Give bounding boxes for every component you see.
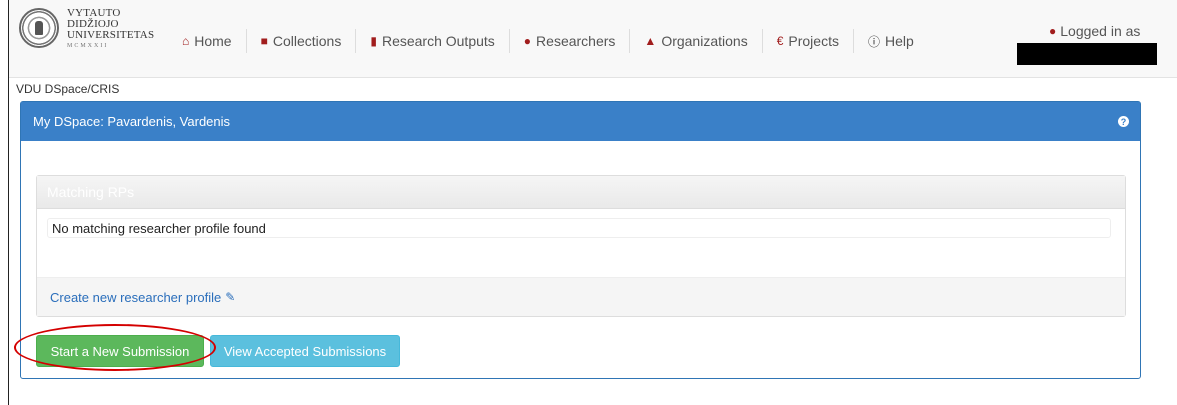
- edit-icon: ✎: [225, 290, 236, 304]
- breadcrumb[interactable]: VDU DSpace/CRIS: [16, 82, 119, 96]
- login-label: ● Logged in as: [1049, 23, 1177, 39]
- create-profile-link[interactable]: Create new researcher profile ✎: [50, 290, 235, 305]
- highlight-ring: [14, 324, 216, 371]
- logo-line-3: UNIVERSITETAS: [67, 29, 155, 41]
- nav-projects-label: Projects: [788, 33, 839, 49]
- nav-home[interactable]: ⌂ Home: [172, 29, 247, 53]
- nav-organizations-label: Organizations: [661, 33, 748, 49]
- logo-line-4: MCMXXII: [67, 43, 109, 49]
- nav-collections[interactable]: ■ Collections: [247, 29, 357, 53]
- nav-research-outputs[interactable]: ▮ Research Outputs: [356, 29, 510, 53]
- question-icon[interactable]: ?: [1118, 116, 1129, 127]
- logo-text: VYTAUTO DIDŽIOJO UNIVERSITETAS MCMXXII: [67, 8, 154, 51]
- nav-researchers-label: Researchers: [536, 33, 616, 49]
- panel-header: My DSpace: Pavardenis, Vardenis ?: [21, 102, 1140, 141]
- matching-rps-title: Matching RPs: [37, 176, 1125, 209]
- nav-home-label: Home: [194, 33, 232, 49]
- login-text: Logged in as: [1060, 23, 1141, 39]
- nav-research-outputs-label: Research Outputs: [381, 33, 495, 49]
- view-accepted-button[interactable]: View Accepted Submissions: [210, 335, 400, 367]
- institution-icon: ▲: [644, 34, 657, 48]
- user-icon: ●: [523, 34, 532, 48]
- matching-rps-panel: Matching RPs No matching researcher prof…: [36, 175, 1126, 317]
- login-status[interactable]: ● Logged in as: [1017, 23, 1177, 65]
- create-profile-label: Create new researcher profile: [50, 289, 222, 305]
- euro-icon: €: [776, 34, 784, 48]
- home-icon: ⌂: [182, 34, 190, 48]
- folder-icon: ■: [260, 34, 268, 48]
- panel-title: My DSpace: Pavardenis, Vardenis: [33, 114, 231, 129]
- nav-collections-label: Collections: [272, 33, 342, 49]
- matching-rps-footer: Create new researcher profile ✎: [37, 277, 1125, 316]
- nav-help[interactable]: ⓘ Help: [854, 29, 928, 53]
- nav-help-label: Help: [884, 33, 914, 49]
- main-menu: ⌂ Home ■ Collections ▮ Research Outputs …: [172, 29, 928, 53]
- book-icon: ▮: [370, 34, 377, 48]
- redacted-username: [1017, 43, 1157, 65]
- info-icon: ⓘ: [867, 34, 880, 49]
- no-match-message: No matching researcher profile found: [47, 218, 1111, 238]
- nav-projects[interactable]: € Projects: [763, 29, 854, 53]
- university-logo[interactable]: VYTAUTO DIDŽIOJO UNIVERSITETAS MCMXXII: [19, 8, 154, 51]
- nav-researchers[interactable]: ● Researchers: [510, 29, 631, 53]
- nav-organizations[interactable]: ▲ Organizations: [630, 29, 763, 53]
- seal-icon: [19, 8, 59, 48]
- navbar: VYTAUTO DIDŽIOJO UNIVERSITETAS MCMXXII ⌂…: [9, 0, 1177, 78]
- user-icon: ●: [1049, 24, 1057, 38]
